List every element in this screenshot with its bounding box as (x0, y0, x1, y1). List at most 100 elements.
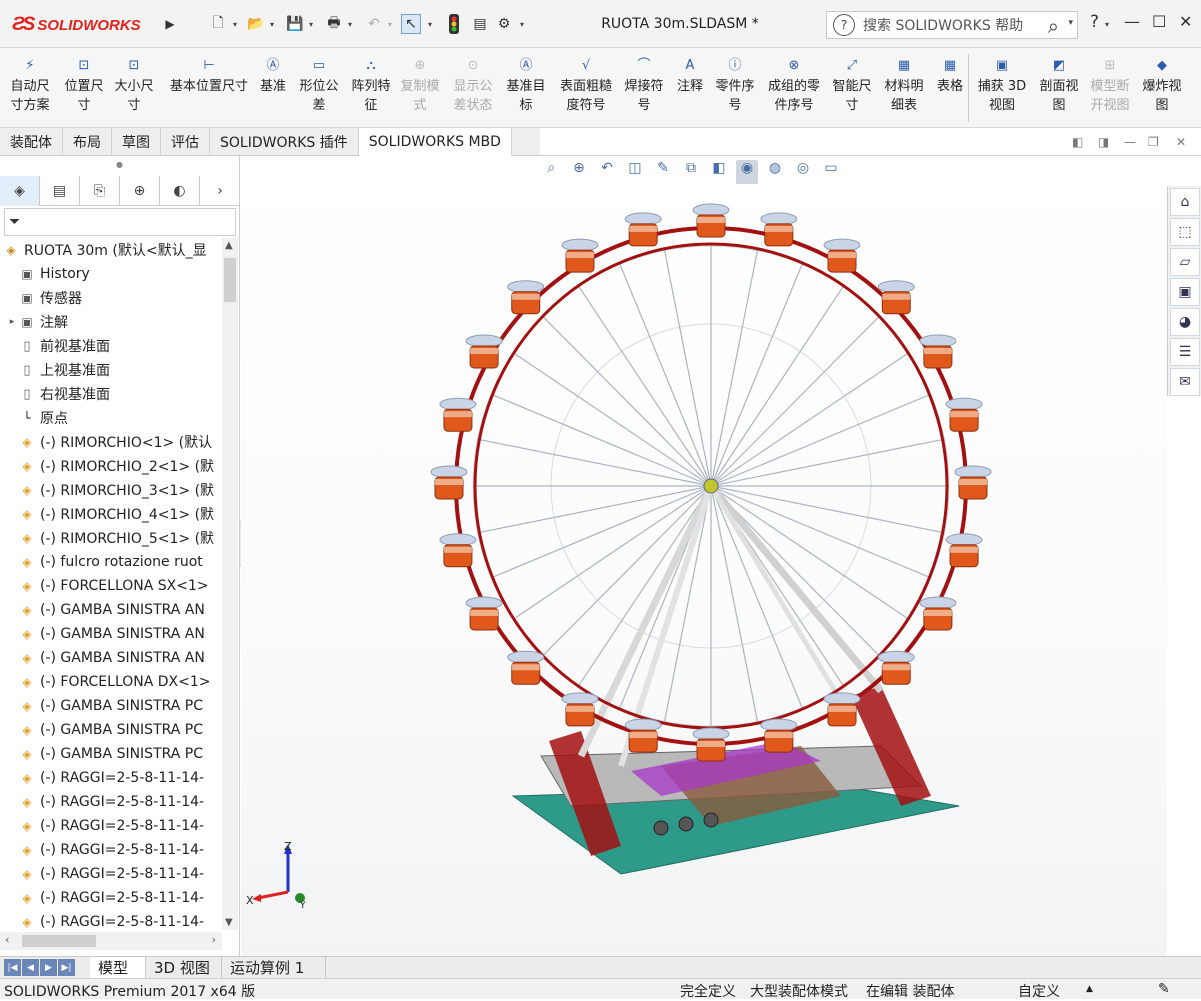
command-tab-4[interactable]: SOLIDWORKS 插件 (210, 128, 359, 156)
tree-node[interactable]: ◈ (-) fulcro rotazione ruot (0, 550, 222, 574)
print-dropdown-icon[interactable]: ▾ (348, 20, 352, 29)
forum-icon[interactable]: ✉ (1170, 368, 1200, 396)
tree-node[interactable]: ▯ 上视基准面 (0, 358, 222, 382)
graphics-viewport[interactable] (241, 156, 1167, 956)
ribbon-button-5[interactable]: ▭ 形位公差 (296, 54, 342, 124)
tree-node[interactable]: ▯ 前视基准面 (0, 334, 222, 358)
close-button[interactable]: ✕ (1179, 12, 1192, 31)
doc-minimize-icon[interactable]: — (1124, 135, 1136, 149)
select-pointer-icon[interactable]: ↖ (401, 14, 421, 34)
tree-vertical-scrollbar[interactable]: ▲ ▼ (222, 238, 238, 930)
open-folder-icon[interactable]: 📂 (246, 14, 266, 34)
ribbon-button-10[interactable]: √ 表面粗糙 度符号 (556, 54, 616, 124)
tree-node[interactable]: ▣ History (0, 262, 222, 286)
command-tab-0[interactable]: 装配体 (0, 128, 63, 156)
tree-node[interactable]: ◈ (-) RIMORCHIO<1> (默认 (0, 430, 222, 454)
ribbon-button-0[interactable]: ⚡ 自动尺 寸方案 (6, 54, 54, 124)
ribbon-button-13[interactable]: ⓘ 零件序号 (712, 54, 758, 124)
scroll-left-icon[interactable]: ‹ (5, 933, 9, 946)
tree-node[interactable]: ◈ (-) RAGGI=2-5-8-11-14- (0, 862, 222, 886)
bottom-tab-1[interactable]: 3D 视图 (146, 957, 222, 978)
feature-tree-tab-icon[interactable]: ◈ (0, 176, 40, 206)
hide-show-items-icon[interactable]: ◉ (736, 160, 758, 184)
command-tab-3[interactable]: 评估 (161, 128, 210, 156)
ribbon-button-8[interactable]: ⊙ 显示公 差状态 (450, 54, 496, 124)
tree-node[interactable]: ◈ (-) RAGGI=2-5-8-11-14- (0, 814, 222, 838)
bottom-tab-2[interactable]: 运动算例 1 (222, 957, 326, 978)
display-style-icon[interactable]: ◧ (708, 160, 730, 184)
previous-view-icon[interactable]: ↶ (596, 160, 618, 184)
scroll-right-icon[interactable]: › (212, 933, 216, 946)
first-tab-icon[interactable]: |◀ (4, 959, 21, 976)
design-library-icon[interactable]: ⬚ (1170, 218, 1200, 246)
ribbon-button-2[interactable]: ⊡ 大小尺寸 (112, 54, 156, 124)
appearances-icon[interactable]: ◕ (1170, 308, 1200, 336)
scroll-down-icon[interactable]: ▼ (225, 917, 233, 928)
units-selector[interactable]: 自定义 (1018, 981, 1060, 1001)
tree-node[interactable]: ◈ (-) RAGGI=2-5-8-11-14- (0, 910, 222, 930)
ribbon-button-20[interactable]: ⊞ 模型断 开视图 (1086, 54, 1134, 124)
home-icon[interactable]: ⌂ (1170, 188, 1200, 216)
help-search-box[interactable]: ? 搜索 SOLIDWORKS 帮助 ⌕ ▾ (826, 11, 1078, 39)
ribbon-button-19[interactable]: ◩ 剖面视图 (1036, 54, 1082, 124)
custom-properties-icon[interactable]: ☰ (1170, 338, 1200, 366)
command-tab-5[interactable]: SOLIDWORKS MBD (358, 128, 512, 156)
save-dropdown-icon[interactable]: ▾ (309, 20, 313, 29)
tree-horizontal-scrollbar[interactable]: ‹ › (0, 932, 222, 950)
apply-scene-icon[interactable]: ◎ (792, 160, 814, 184)
tree-node[interactable]: ◈ (-) RIMORCHIO_4<1> (默 (0, 502, 222, 526)
tree-node[interactable]: ◈ (-) GAMBA SINISTRA AN (0, 646, 222, 670)
tree-node[interactable]: ◈ (-) RAGGI=2-5-8-11-14- (0, 838, 222, 862)
tree-node[interactable]: ◈ (-) GAMBA SINISTRA AN (0, 622, 222, 646)
ribbon-button-18[interactable]: ▣ 捕获 3D 视图 (976, 54, 1028, 124)
hscroll-thumb[interactable] (22, 935, 96, 947)
doc-close-icon[interactable]: ✕ (1176, 135, 1186, 149)
tree-node[interactable]: ◈ (-) GAMBA SINISTRA AN (0, 598, 222, 622)
tree-node[interactable]: ◈ (-) RAGGI=2-5-8-11-14- (0, 886, 222, 910)
ribbon-button-17[interactable]: ▦ 表格 (932, 54, 968, 124)
tree-node[interactable]: ◈ (-) GAMBA SINISTRA PC (0, 742, 222, 766)
zoom-to-fit-icon[interactable]: ⌕ (540, 160, 562, 184)
panel-grip-icon[interactable]: ● (116, 160, 123, 169)
file-explorer-icon[interactable]: ▱ (1170, 248, 1200, 276)
minimize-button[interactable]: — (1124, 12, 1140, 31)
undo-dropdown-icon[interactable]: ▾ (388, 20, 392, 29)
search-icon[interactable]: ⌕ (1048, 14, 1059, 38)
tree-node[interactable]: ▣ 传感器 (0, 286, 222, 310)
ribbon-button-3[interactable]: ⊢ 基本位置尺寸 (166, 54, 252, 124)
view-orientation-icon[interactable]: ⧉ (680, 160, 702, 184)
ribbon-button-15[interactable]: ⤢ 智能尺寸 (830, 54, 874, 124)
view-palette-icon[interactable]: ▣ (1170, 278, 1200, 306)
zoom-to-area-icon[interactable]: ⊕ (568, 160, 590, 184)
property-manager-tab-icon[interactable]: ▤ (40, 176, 80, 206)
dynamic-annotation-icon[interactable]: ✎ (652, 160, 674, 184)
view-settings-icon[interactable]: ▭ (820, 160, 842, 184)
command-tab-1[interactable]: 布局 (63, 128, 112, 156)
tree-node[interactable]: └ 原点 (0, 406, 222, 430)
solidworks-logo[interactable]: ƧS SOLIDWORKS (12, 10, 152, 40)
scroll-thumb[interactable] (224, 258, 236, 302)
file-properties-icon[interactable]: ▤ (470, 14, 490, 34)
tree-node[interactable]: ◈ (-) RIMORCHIO_3<1> (默 (0, 478, 222, 502)
ribbon-button-9[interactable]: Ⓐ 基准目标 (504, 54, 548, 124)
next-tab-icon[interactable]: ▶ (40, 959, 57, 976)
maximize-button[interactable]: ☐ (1152, 12, 1166, 31)
undo-icon[interactable]: ↶ (364, 14, 384, 34)
edit-appearance-icon[interactable]: ◍ (764, 160, 786, 184)
rebuild-traffic-light-icon[interactable] (444, 14, 464, 34)
ribbon-button-11[interactable]: ⌒ 焊接符号 (622, 54, 666, 124)
display-manager-tab-icon[interactable]: ◐ (160, 176, 200, 206)
options-dropdown-icon[interactable]: ▾ (520, 20, 524, 29)
save-icon[interactable]: 💾 (285, 14, 305, 34)
panel-more-icon[interactable]: › (200, 176, 240, 206)
ribbon-button-14[interactable]: ⊗ 成组的零 件序号 (764, 54, 824, 124)
tree-node[interactable]: ◈ (-) GAMBA SINISTRA PC (0, 718, 222, 742)
rebuild-status-icon[interactable]: ✎ (1158, 981, 1170, 997)
tree-node[interactable]: ◈ (-) RIMORCHIO_5<1> (默 (0, 526, 222, 550)
units-dropdown-icon[interactable]: ▲ (1086, 984, 1093, 994)
tree-node[interactable]: ◈ (-) RIMORCHIO_2<1> (默 (0, 454, 222, 478)
tree-filter-field[interactable]: ⏷ (4, 208, 236, 236)
select-dropdown-icon[interactable]: ▾ (428, 20, 432, 29)
configuration-manager-tab-icon[interactable]: ⎘ (80, 176, 120, 206)
tile-right-icon[interactable]: ◨ (1098, 135, 1109, 149)
